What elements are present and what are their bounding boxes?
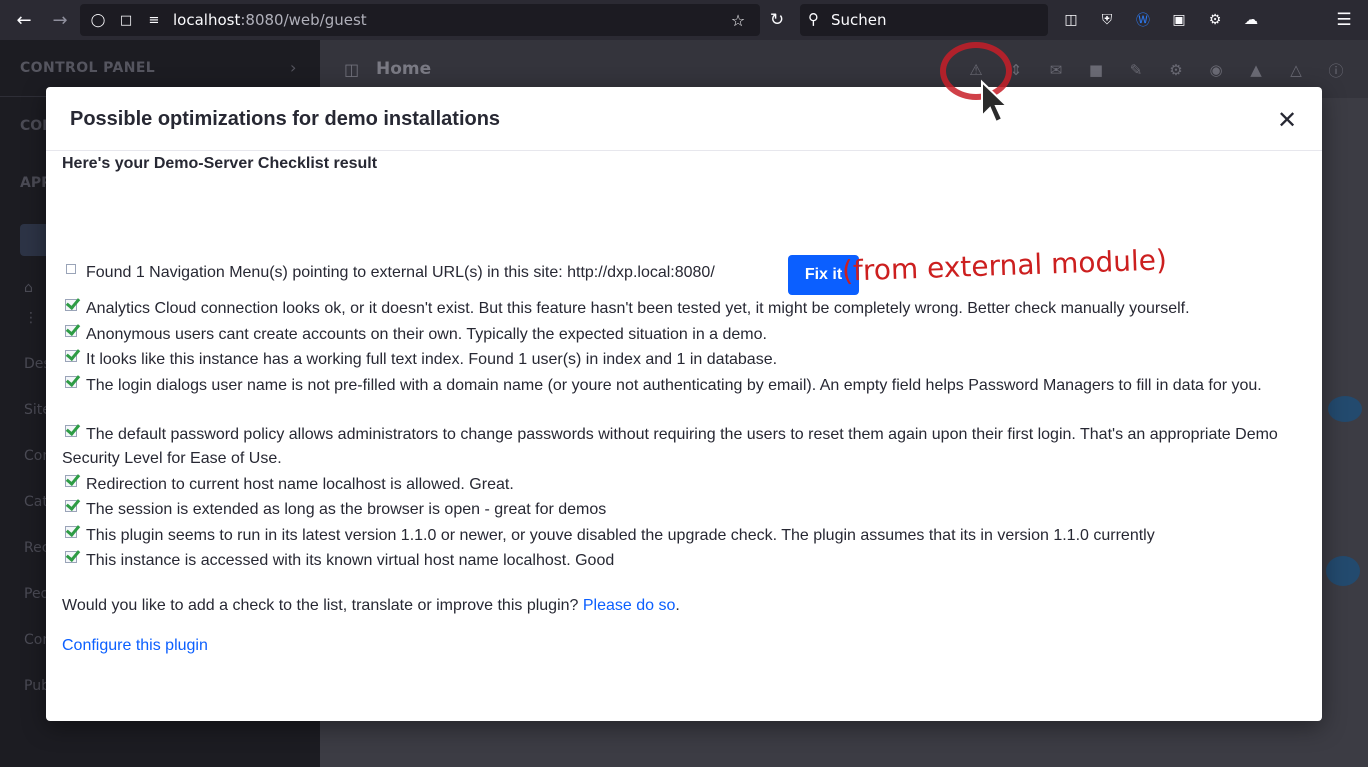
modal-header: Possible optimizations for demo installa…	[46, 87, 1322, 151]
check-text: The session is extended as long as the b…	[86, 501, 607, 518]
back-icon[interactable]: ←	[12, 8, 36, 32]
pencil-icon[interactable]: ✎	[1126, 60, 1146, 80]
checklist-modal: Possible optimizations for demo installa…	[46, 87, 1322, 721]
footer-prefix: Would you like to add a check to the lis…	[62, 597, 583, 614]
checkmark-icon	[62, 551, 80, 567]
comments-icon[interactable]: ✉	[1046, 60, 1066, 80]
url-text[interactable]: localhost:8080/web/guest	[173, 11, 367, 29]
sidebar-item[interactable]: Cat	[24, 494, 48, 510]
flask-icon[interactable]: △	[1286, 60, 1306, 80]
url-path: :8080/web/guest	[240, 11, 367, 29]
menu-icon[interactable]: ☰	[1334, 10, 1354, 30]
check-text: Anonymous users cant create accounts on …	[86, 326, 767, 343]
forward-icon[interactable]: →	[48, 8, 72, 32]
checkmark-icon	[62, 425, 80, 441]
gear-icon[interactable]: ⚙	[1205, 10, 1225, 30]
shield-icon[interactable]: ◯	[90, 12, 106, 28]
decorative-shape	[1326, 556, 1360, 586]
chevron-right-icon[interactable]: ›	[290, 58, 296, 77]
checkmark-icon	[62, 299, 80, 315]
modal-title: Possible optimizations for demo installa…	[70, 108, 501, 130]
page-title: Home	[376, 59, 432, 79]
tree-icon[interactable]: ⋮	[24, 310, 38, 326]
bookmark-star-icon[interactable]: ☆	[730, 11, 746, 30]
check-item: Analytics Cloud connection looks ok, or …	[62, 297, 1312, 321]
mouse-cursor-icon	[981, 79, 1010, 124]
info-icon[interactable]: ⓘ	[1326, 60, 1346, 80]
extension-oo-icon[interactable]: ▣	[1169, 10, 1189, 30]
check-item: This instance is accessed with its known…	[62, 549, 1312, 573]
browser-toolbar: ← → ◯ □ ≡ localhost:8080/web/guest ☆ ↻ ⚲…	[0, 0, 1368, 40]
check-text: The default password policy allows admin…	[62, 426, 1278, 467]
url-bar[interactable]: ◯ □ ≡ localhost:8080/web/guest ☆	[80, 4, 760, 36]
reader-view-icon[interactable]: ◫	[1061, 10, 1081, 30]
control-panel-label: CONTROL PANEL	[20, 60, 156, 76]
check-item: The default password policy allows admin…	[62, 423, 1312, 471]
checkmark-icon	[62, 325, 80, 341]
check-item: The session is extended as long as the b…	[62, 498, 1312, 522]
check-item: This plugin seems to run in its latest v…	[62, 524, 1312, 548]
check-text: Redirection to current host name localho…	[86, 476, 514, 493]
checkmark-icon	[62, 475, 80, 491]
search-input[interactable]: ⚲ Suchen	[800, 4, 1048, 36]
page-icon[interactable]: □	[118, 12, 134, 28]
footer-text: Would you like to add a check to the lis…	[62, 597, 680, 615]
please-do-so-link[interactable]: Please do so	[583, 597, 676, 614]
lock-icon[interactable]: ■	[1086, 60, 1106, 80]
unchecked-box-icon	[62, 263, 80, 279]
checkmark-icon	[62, 500, 80, 516]
result-title: Here's your Demo-Server Checklist result	[62, 155, 378, 172]
configure-plugin-link[interactable]: Configure this plugin	[62, 637, 208, 655]
close-icon[interactable]: ✕	[1274, 106, 1300, 134]
checkmark-icon	[62, 526, 80, 542]
settings-icon[interactable]: ⚙	[1166, 60, 1186, 80]
sidebar-toggle-icon[interactable]: ◫	[344, 60, 359, 79]
check-item: The login dialogs user name is not pre-f…	[62, 374, 1312, 398]
extension-s-icon[interactable]: Ⓦ	[1133, 10, 1153, 30]
home-icon[interactable]: ⌂	[24, 280, 33, 296]
check-item: Anonymous users cant create accounts on …	[62, 323, 1312, 347]
reload-icon[interactable]: ↻	[767, 10, 787, 30]
globe-icon[interactable]: ◉	[1206, 60, 1226, 80]
checkmark-icon	[62, 350, 80, 366]
analytics-icon[interactable]: ▲	[1246, 60, 1266, 80]
check-text: It looks like this instance has a workin…	[86, 351, 778, 368]
search-placeholder: Suchen	[831, 11, 887, 29]
checkmark-icon	[62, 376, 80, 392]
check-item: It looks like this instance has a workin…	[62, 348, 1312, 372]
url-host: localhost	[173, 11, 241, 29]
check-text: Found 1 Navigation Menu(s) pointing to e…	[86, 264, 715, 281]
check-item: Redirection to current host name localho…	[62, 473, 1312, 497]
check-text: This instance is accessed with its known…	[86, 552, 615, 569]
decorative-shape	[1328, 396, 1362, 422]
extension-pill-icon[interactable]: ☁	[1241, 10, 1261, 30]
check-text: This plugin seems to run in its latest v…	[86, 527, 1155, 544]
footer-suffix: .	[675, 597, 680, 614]
search-icon: ⚲	[808, 10, 819, 28]
permissions-icon[interactable]: ≡	[146, 12, 162, 28]
ublock-icon[interactable]: ⛨	[1097, 10, 1117, 30]
check-text: Analytics Cloud connection looks ok, or …	[86, 300, 1190, 317]
check-text: The login dialogs user name is not pre-f…	[86, 377, 1262, 394]
